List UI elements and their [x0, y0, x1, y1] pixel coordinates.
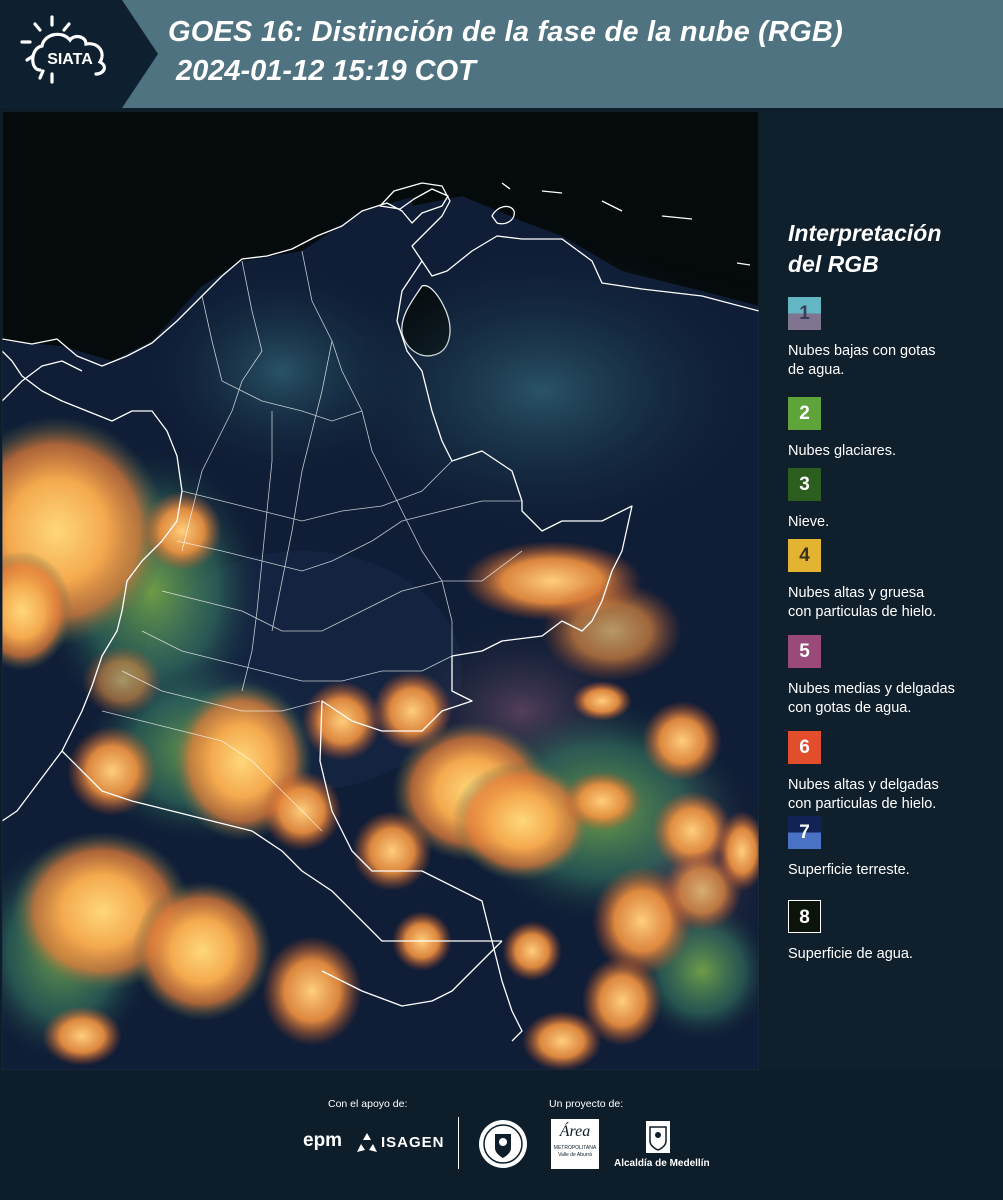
legend-title-line2: del RGB	[788, 251, 879, 277]
legend-label-line: Nubes glaciares.	[788, 443, 896, 459]
legend-swatch-4: 4	[788, 539, 821, 572]
area-logo-sub1: METROPOLITANA	[553, 1145, 597, 1151]
legend-label-line: Nubes medias y delgadas	[788, 681, 955, 697]
legend-swatch-number: 1	[799, 303, 810, 324]
page-title: GOES 16: Distinción de la fase de la nub…	[168, 16, 843, 48]
legend-title: Interpretación del RGB	[788, 218, 988, 280]
legend-swatch-number: 6	[799, 737, 810, 758]
alcaldia-label: Alcaldía de Medellín	[614, 1158, 710, 1169]
legend-swatch-number: 4	[799, 545, 810, 566]
legend-swatch-2: 2	[788, 397, 821, 430]
area-metropolitana-logo: Área METROPOLITANA Valle de Aburrá	[551, 1119, 599, 1169]
legend-label-line: Nieve.	[788, 514, 830, 530]
legend-label-6: Nubes altas y delgadas con particulas de …	[788, 776, 998, 814]
municipal-seal-icon	[479, 1120, 527, 1168]
isagen-logo-text: ISAGEN	[381, 1134, 445, 1151]
footer: Con el apoyo de: Un proyecto de: epm ISA…	[0, 1070, 1003, 1200]
epm-logo-text: epm	[303, 1130, 343, 1151]
legend-swatch-1: 1	[788, 297, 821, 330]
legend-swatch-number: 2	[799, 403, 810, 424]
legend-label-line: Nubes bajas con gotas	[788, 343, 936, 359]
footer-divider	[458, 1117, 459, 1169]
legend-title-line1: Interpretación	[788, 220, 942, 246]
logo-tab: SIATA	[0, 0, 158, 108]
header: SIATA GOES 16: Distinción de la fase de …	[0, 0, 1003, 108]
legend-label-line: con particulas de hielo.	[788, 604, 937, 620]
legend-label-line: Nubes altas y delgadas	[788, 777, 939, 793]
legend-label-4: Nubes altas y gruesa con particulas de hi…	[788, 584, 998, 622]
page-timestamp: 2024-01-12 15:19 COT	[176, 55, 476, 87]
siata-logo-text: SIATA	[47, 51, 93, 68]
legend-label-5: Nubes medias y delgadas con gotas de agua…	[788, 680, 998, 718]
legend-label-line: Nubes altas y gruesa	[788, 585, 925, 601]
legend-swatch-5: 5	[788, 635, 821, 668]
project-label: Un proyecto de:	[549, 1098, 624, 1110]
area-logo-sub2: Valle de Aburrá	[558, 1152, 592, 1158]
legend-swatch-8: 8	[788, 900, 821, 933]
support-label: Con el apoyo de:	[328, 1098, 408, 1110]
epm-logo: epm	[303, 1130, 342, 1152]
legend-label-line: Superficie de agua.	[788, 946, 913, 962]
alcaldia-shield-icon	[646, 1121, 670, 1153]
isagen-icon	[357, 1133, 377, 1152]
legend-label-line: con particulas de hielo.	[788, 796, 937, 812]
legend-label-1: Nubes bajas con gotas de agua.	[788, 342, 998, 380]
legend-label-line: de agua.	[788, 362, 845, 378]
legend-label-2: Nubes glaciares.	[788, 442, 998, 461]
legend-label-line: Superficie terreste.	[788, 862, 910, 878]
legend-panel: Interpretación del RGB 1 Nubes bajas con …	[760, 110, 1003, 1070]
legend-swatch-number: 7	[799, 822, 810, 843]
legend-swatch-7: 7	[788, 816, 821, 849]
legend-swatch-3: 3	[788, 468, 821, 501]
legend-swatch-number: 8	[799, 907, 810, 928]
legend-label-line: con gotas de agua.	[788, 700, 912, 716]
legend-label-7: Superficie terreste.	[788, 861, 998, 880]
legend-swatch-6: 6	[788, 731, 821, 764]
legend-label-3: Nieve.	[788, 513, 998, 532]
area-logo-title: Área	[559, 1123, 591, 1140]
legend-label-8: Superficie de agua.	[788, 945, 998, 964]
satellite-map	[2, 111, 759, 1070]
legend-swatch-number: 3	[799, 474, 810, 495]
legend-swatch-number: 5	[799, 641, 810, 662]
